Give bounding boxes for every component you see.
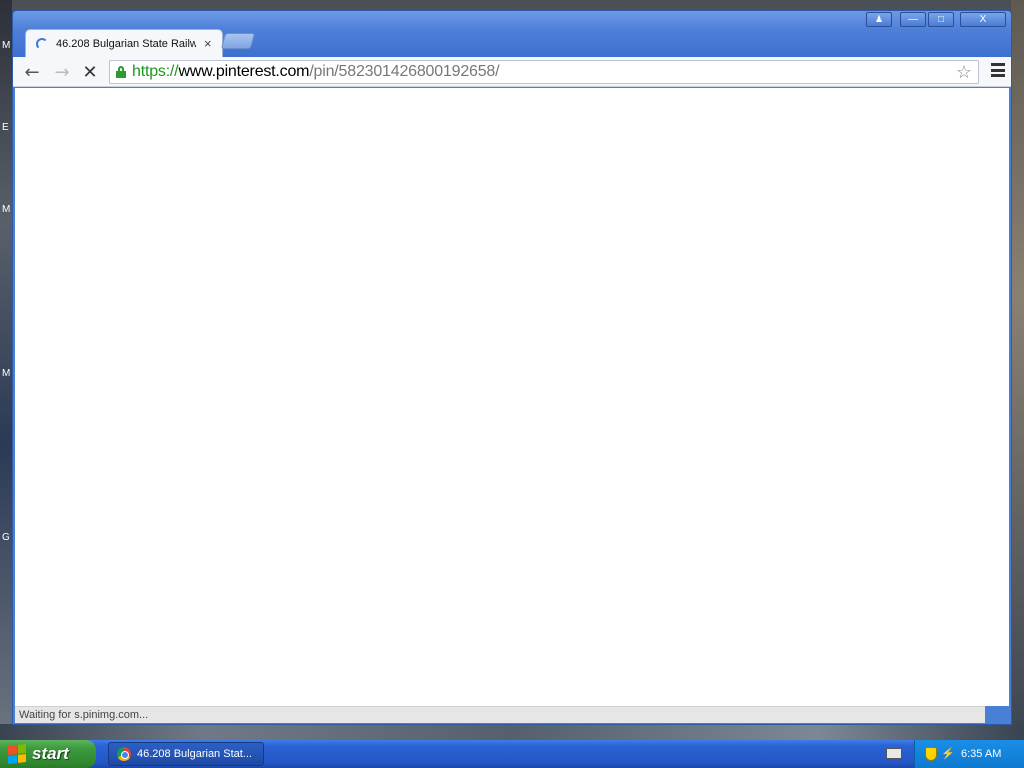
- start-label: start: [32, 744, 69, 763]
- desktop-right-edge: [1011, 0, 1024, 740]
- maximize-button[interactable]: □: [928, 12, 954, 27]
- clock[interactable]: 6:35 AM: [961, 748, 1001, 760]
- start-button[interactable]: start: [0, 740, 96, 768]
- taskbar: start 46.208 Bulgarian Stat... ⚡ 6:35 AM: [0, 740, 1024, 768]
- url-text: https://www.pinterest.com/pin/5823014268…: [132, 63, 500, 81]
- chrome-icon: [117, 747, 131, 761]
- keyboard-icon[interactable]: [886, 748, 902, 759]
- taskbar-item-browser[interactable]: 46.208 Bulgarian Stat...: [108, 742, 264, 766]
- network-icon[interactable]: ⚡: [941, 748, 955, 760]
- browser-window: ♟ — □ X 46.208 Bulgarian State Railw × ←…: [12, 10, 1012, 725]
- security-shield-icon[interactable]: [925, 747, 937, 761]
- bookmark-star-icon[interactable]: ☆: [956, 62, 972, 83]
- status-text: Waiting for s.pinimg.com...: [19, 709, 149, 721]
- desktop-icon-label[interactable]: E: [2, 122, 9, 133]
- desktop-icon-label[interactable]: G: [2, 532, 10, 543]
- desktop-icon-label[interactable]: M: [2, 40, 10, 51]
- window-controls: ♟ — □ X: [866, 12, 1006, 27]
- close-window-button[interactable]: X: [960, 12, 1006, 27]
- loading-spinner-icon: [36, 37, 48, 50]
- address-bar[interactable]: https://www.pinterest.com/pin/5823014268…: [109, 60, 979, 84]
- system-tray: ⚡ 6:35 AM: [914, 740, 1024, 768]
- url-scheme: https://: [132, 63, 179, 80]
- person-icon: ♟: [874, 14, 884, 24]
- desktop-bottom-edge: [0, 724, 1024, 740]
- back-icon[interactable]: ←: [21, 61, 43, 83]
- url-path: /pin/582301426800192658/: [309, 63, 500, 80]
- taskbar-item-label: 46.208 Bulgarian Stat...: [137, 748, 252, 760]
- desktop-icon-label[interactable]: M: [2, 368, 10, 379]
- url-host: www.pinterest.com: [178, 63, 310, 80]
- hamburger-menu-icon[interactable]: [991, 63, 1005, 77]
- status-bubble: Waiting for s.pinimg.com...: [15, 706, 985, 723]
- secure-lock-icon[interactable]: [116, 66, 126, 78]
- tab-active[interactable]: 46.208 Bulgarian State Railw ×: [25, 29, 223, 57]
- desktop-icon-label[interactable]: M: [2, 204, 10, 215]
- stop-loading-icon[interactable]: ✕: [79, 61, 101, 83]
- tab-title: 46.208 Bulgarian State Railw: [56, 37, 196, 50]
- browser-toolbar: ← → ✕ https://www.pinterest.com/pin/5823…: [13, 57, 1011, 87]
- profile-button[interactable]: ♟: [866, 12, 892, 27]
- tab-close-icon[interactable]: ×: [204, 36, 212, 51]
- new-tab-button[interactable]: [220, 33, 256, 49]
- windows-logo-icon: [8, 744, 26, 764]
- minimize-button[interactable]: —: [900, 12, 926, 27]
- page-content[interactable]: [15, 88, 1009, 706]
- forward-icon[interactable]: →: [51, 61, 73, 83]
